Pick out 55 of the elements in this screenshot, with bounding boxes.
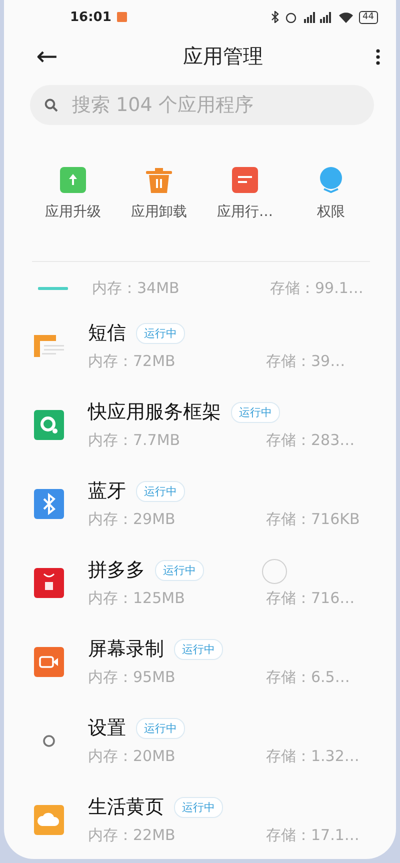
bluetooth-icon xyxy=(34,488,64,518)
running-badge: 运行中 xyxy=(136,322,185,344)
memory-usage: 内存：95MB xyxy=(88,668,176,687)
app-name: 短信 xyxy=(88,321,126,346)
memory-usage: 内存：125MB xyxy=(88,589,186,608)
app-name: 蓝牙 xyxy=(88,479,126,504)
shortcut-button[interactable]: 应用卸载 xyxy=(116,167,202,221)
storage-usage: 存储：1.32… xyxy=(266,747,360,766)
running-badge: 运行中 xyxy=(136,718,185,738)
app-icon xyxy=(38,286,68,290)
storage-usage: 存储：716KB xyxy=(266,510,361,529)
message-icon xyxy=(34,334,66,356)
page-title: 应用管理 xyxy=(182,43,264,70)
running-badge: 运行中 xyxy=(174,796,223,818)
storage-usage: 存储：99.1… xyxy=(270,278,364,298)
memory-usage: 内存：22MB xyxy=(88,826,176,845)
running-badge: 运行中 xyxy=(174,638,223,660)
touch-indicator xyxy=(262,559,287,584)
search-bar[interactable]: 搜索 104 个应用程序 xyxy=(30,84,374,125)
signal-icon xyxy=(302,12,333,23)
app-name: 屏幕录制 xyxy=(88,637,164,662)
storage-usage: 存储：6.5… xyxy=(266,668,351,687)
shortcut-button[interactable]: 应用升级 xyxy=(30,167,116,221)
running-badge: 运行中 xyxy=(136,480,185,502)
memory-usage: 内存：72MB xyxy=(88,352,176,371)
running-badge: 运行中 xyxy=(231,402,280,422)
shortcut-button[interactable]: 权限 xyxy=(288,167,374,221)
memory-usage: 内存：20MB xyxy=(88,747,176,766)
bluetooth-icon xyxy=(270,11,279,24)
memory-usage: 内存：7.7MB xyxy=(88,431,182,450)
upload-icon xyxy=(60,167,86,193)
app-name: 快应用服务框架 xyxy=(88,400,221,425)
wifi-icon xyxy=(338,12,353,23)
battery-level: 44 xyxy=(358,10,378,24)
document-icon xyxy=(232,167,258,193)
storage-usage: 存储：716… xyxy=(266,589,356,608)
alarm-icon xyxy=(284,11,297,24)
memory-usage: 内存：34MB xyxy=(92,278,180,298)
shopping-bag-icon xyxy=(34,568,64,598)
storage-usage: 存储：17.1… xyxy=(266,826,360,845)
back-button[interactable]: ← xyxy=(30,42,64,72)
video-camera-icon xyxy=(34,646,64,676)
app-name: 设置 xyxy=(88,716,126,741)
storage-usage: 存储：39… xyxy=(266,352,346,371)
storage-usage: 存储：283… xyxy=(266,431,356,450)
status-time: 16:01 xyxy=(70,10,112,25)
search-icon xyxy=(44,98,58,112)
app-name: 拼多多 xyxy=(88,558,145,583)
memory-usage: 内存：29MB xyxy=(88,510,176,529)
trash-icon xyxy=(146,167,172,193)
running-badge: 运行中 xyxy=(155,560,204,580)
search-field[interactable]: 搜索 104 个应用程序 xyxy=(70,92,360,117)
more-options-icon[interactable] xyxy=(376,48,380,65)
shortcut-button[interactable]: 应用行… xyxy=(202,167,288,221)
app-name: 生活黄页 xyxy=(88,795,164,820)
